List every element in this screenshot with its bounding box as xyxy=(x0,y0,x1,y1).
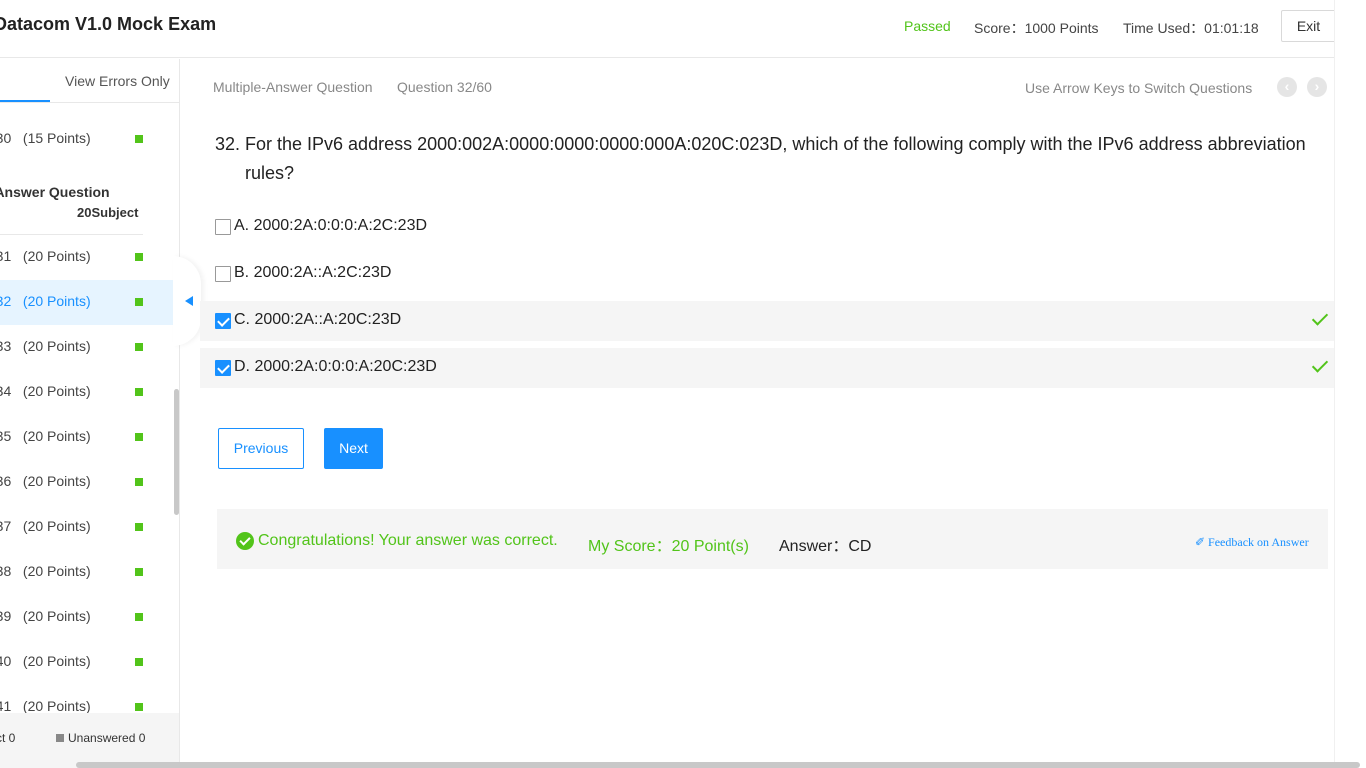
unanswered-count: Unanswered 0 xyxy=(68,731,146,745)
answered-marker xyxy=(135,343,143,351)
correct-answer: Answer：CD xyxy=(779,538,872,555)
answered-marker xyxy=(135,478,143,486)
sidebar-question-30[interactable]: n 30 (15 Points) xyxy=(0,117,173,162)
pass-status: Passed xyxy=(904,18,951,34)
my-score: My Score：20 Point(s) xyxy=(588,538,749,555)
option-text: B. 2000:2A::A:2C:23D xyxy=(234,264,392,281)
time-used: Time Used：01:01:18 xyxy=(1123,20,1259,36)
next-button[interactable]: Next xyxy=(324,428,383,469)
next-question-icon[interactable]: › xyxy=(1307,77,1327,97)
question-number: 32. xyxy=(215,134,241,154)
nav-hint: Use Arrow Keys to Switch Questions xyxy=(1025,80,1253,96)
question-item-label: n 40 (20 Points) xyxy=(0,653,91,669)
option-text: A. 2000:2A:0:0:0:A:2C:23D xyxy=(234,217,428,234)
correct-count: ct 0 xyxy=(0,731,16,745)
tabs-divider xyxy=(0,102,179,103)
answered-marker xyxy=(135,388,143,396)
answered-marker xyxy=(135,613,143,621)
question-sidebar: View Errors Only n 30 (15 Points) e-Answ… xyxy=(0,59,180,768)
option-text: D. 2000:2A:0:0:0:A:20C:23D xyxy=(234,358,437,375)
sidebar-question-35[interactable]: n 35 (20 Points) xyxy=(0,415,173,460)
result-message: Congratulations! Your answer was correct… xyxy=(258,532,558,549)
horizontal-scrollbar[interactable] xyxy=(76,762,1360,768)
result-panel: Congratulations! Your answer was correct… xyxy=(217,509,1328,569)
option-b[interactable]: B. 2000:2A::A:2C:23D xyxy=(200,254,1340,294)
question-item-label: n 37 (20 Points) xyxy=(0,518,91,534)
sidebar-question-36[interactable]: n 36 (20 Points) xyxy=(0,460,173,505)
correct-check-icon xyxy=(1311,309,1329,326)
option-text: C. 2000:2A::A:20C:23D xyxy=(234,311,402,328)
exit-button[interactable]: Exit xyxy=(1281,10,1336,42)
sidebar-question-40[interactable]: n 40 (20 Points) xyxy=(0,640,173,685)
sidebar-question-37[interactable]: n 37 (20 Points) xyxy=(0,505,173,550)
option-checkbox-checked[interactable] xyxy=(215,313,231,329)
feedback-link[interactable]: ✐ Feedback on Answer xyxy=(1195,535,1309,550)
tab-view-errors-only[interactable]: View Errors Only xyxy=(65,73,170,89)
section-heading: e-Answer Question xyxy=(0,184,110,200)
sidebar-scrollbar[interactable] xyxy=(174,389,179,515)
answered-marker xyxy=(135,523,143,531)
answered-marker xyxy=(135,703,143,711)
sidebar-question-32[interactable]: n 32 (20 Points) xyxy=(0,280,173,325)
answered-marker xyxy=(135,568,143,576)
question-item-label: n 30 (15 Points) xyxy=(0,130,91,146)
top-header: Datacom V1.0 Mock Exam Passed Score：1000… xyxy=(0,0,1366,58)
exam-title: Datacom V1.0 Mock Exam xyxy=(0,14,217,34)
question-text: For the IPv6 address 2000:002A:0000:0000… xyxy=(245,134,1306,183)
sidebar-footer: ct 0 Unanswered 0 xyxy=(0,713,179,768)
question-item-label: n 36 (20 Points) xyxy=(0,473,91,489)
option-checkbox[interactable] xyxy=(215,266,231,282)
sidebar-question-39[interactable]: n 39 (20 Points) xyxy=(0,595,173,640)
sidebar-question-33[interactable]: n 33 (20 Points) xyxy=(0,325,173,370)
sidebar-question-34[interactable]: n 34 (20 Points) xyxy=(0,370,173,415)
previous-question-icon[interactable]: ‹ xyxy=(1277,77,1297,97)
total-score: Score：1000 Points xyxy=(974,20,1099,36)
previous-button[interactable]: Previous xyxy=(218,428,304,469)
correct-check-icon xyxy=(1311,356,1329,373)
question-item-label: n 34 (20 Points) xyxy=(0,383,91,399)
unanswered-legend-square xyxy=(56,734,64,742)
option-checkbox[interactable] xyxy=(215,219,231,235)
question-type: Multiple-Answer Question xyxy=(213,79,373,95)
sidebar-question-31[interactable]: n 31 (20 Points) xyxy=(0,235,173,280)
question-item-label: n 31 (20 Points) xyxy=(0,248,91,264)
answered-marker xyxy=(135,433,143,441)
answered-marker xyxy=(135,253,143,261)
option-c[interactable]: C. 2000:2A::A:20C:23D xyxy=(200,301,1340,341)
success-check-icon xyxy=(236,532,254,550)
option-a[interactable]: A. 2000:2A:0:0:0:A:2C:23D xyxy=(200,207,1340,247)
question-item-label: n 35 (20 Points) xyxy=(0,428,91,444)
sidebar-question-38[interactable]: n 38 (20 Points) xyxy=(0,550,173,595)
answered-marker xyxy=(135,658,143,666)
option-d[interactable]: D. 2000:2A:0:0:0:A:20C:23D xyxy=(200,348,1340,388)
question-item-label: n 39 (20 Points) xyxy=(0,608,91,624)
question-item-label: n 33 (20 Points) xyxy=(0,338,91,354)
answered-marker xyxy=(135,135,143,143)
question-item-label: n 32 (20 Points) xyxy=(0,293,91,309)
question-item-label: n 41 (20 Points) xyxy=(0,698,91,714)
option-checkbox-checked[interactable] xyxy=(215,360,231,376)
section-subject-count: 20Subject xyxy=(77,205,139,220)
question-item-label: n 38 (20 Points) xyxy=(0,563,91,579)
page-right-gutter xyxy=(1334,0,1366,768)
answered-marker xyxy=(135,298,143,306)
collapse-arrow-icon[interactable] xyxy=(185,296,193,306)
question-counter: Question 32/60 xyxy=(397,79,492,95)
